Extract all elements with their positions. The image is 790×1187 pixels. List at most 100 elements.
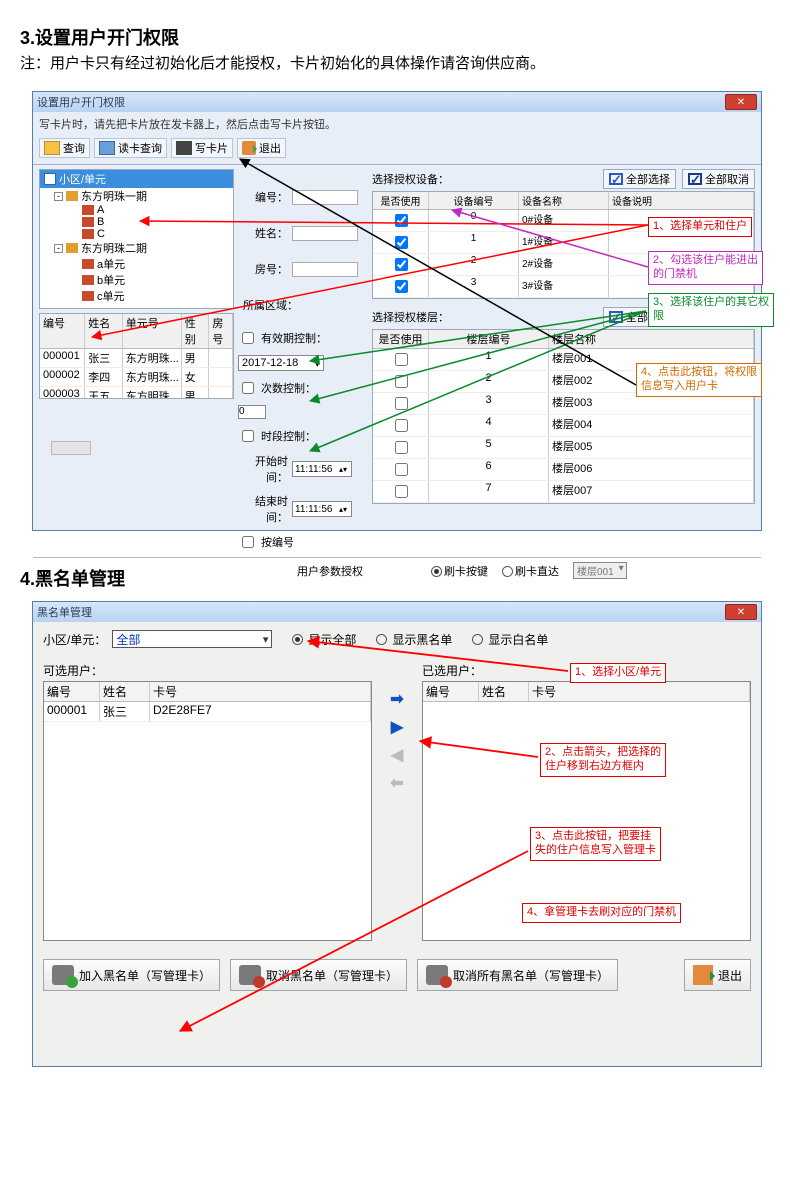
floor-checkbox[interactable] — [395, 463, 408, 476]
tree-leaf[interactable]: A — [97, 204, 104, 216]
scrollbar[interactable] — [51, 441, 91, 455]
radio-show-white[interactable]: 显示白名单 — [472, 631, 548, 648]
tree-node[interactable]: 东方明珠二期 — [81, 240, 147, 256]
tree-leaf[interactable]: b单元 — [97, 272, 125, 288]
table-row[interactable]: 000003王五东方明珠...男 — [40, 387, 233, 399]
picked-list[interactable]: 编号 姓名 卡号 — [422, 681, 751, 941]
close-icon[interactable]: ✕ — [725, 94, 757, 110]
tree-leaf[interactable]: B — [97, 216, 104, 228]
floor-checkbox[interactable] — [395, 375, 408, 388]
close-icon[interactable]: ✕ — [725, 604, 757, 620]
available-list[interactable]: 编号 姓名 卡号 000001张三D2E28FE7 — [43, 681, 372, 941]
user-icon — [44, 141, 60, 155]
tree-leaf[interactable]: c单元 — [97, 288, 125, 304]
unit-tree[interactable]: 小区/单元 - 东方明珠一期 A B C - 东方明珠二期 a单元 b单元 c单元 — [39, 169, 234, 309]
house-icon — [82, 275, 94, 285]
name-input[interactable] — [292, 226, 358, 241]
window2-title: 黑名单管理 — [37, 604, 92, 620]
floor-checkbox[interactable] — [395, 353, 408, 366]
col-devnote: 设备说明 — [609, 192, 754, 209]
table-row[interactable]: 5楼层005 — [373, 437, 754, 459]
start-time-input[interactable]: 11:11:56▴▾ — [292, 461, 352, 477]
room-input[interactable] — [292, 262, 358, 277]
radio-white-label: 显示白名单 — [488, 631, 548, 648]
card-icon — [99, 141, 115, 155]
person-add-icon — [52, 965, 74, 985]
add-blacklist-button[interactable]: 加入黑名单（写管理卡） — [43, 959, 220, 991]
list-item[interactable]: 000001张三D2E28FE7 — [44, 702, 371, 722]
remove-blacklist-button[interactable]: 取消黑名单（写管理卡） — [230, 959, 407, 991]
col-name2: 姓名 — [100, 682, 150, 701]
lbl-sel-floor: 选择授权楼层： — [372, 309, 449, 325]
date-value: 2017-12-18 — [242, 357, 298, 369]
device-checkbox[interactable] — [395, 236, 408, 249]
spinner-icon: ▴▾ — [339, 466, 349, 473]
count-checkbox[interactable] — [242, 382, 254, 394]
col-card: 卡号 — [150, 682, 371, 701]
tree-leaf[interactable]: C — [97, 228, 105, 240]
readcard-button[interactable]: 读卡查询 — [94, 138, 167, 158]
remove-blacklist-label: 取消黑名单（写管理卡） — [266, 967, 398, 984]
floor-table[interactable]: 是否使用 楼层编号 楼层名称 1楼层0012楼层0023楼层0034楼层0045… — [372, 329, 755, 504]
select-all-button[interactable]: 全部选择 — [603, 169, 676, 189]
writecard-button[interactable]: 写卡片 — [171, 138, 233, 158]
device-checkbox[interactable] — [395, 214, 408, 227]
floor-checkbox[interactable] — [395, 441, 408, 454]
date-picker[interactable]: 2017-12-18▾ — [238, 355, 324, 371]
deselect-all-label: 全部取消 — [705, 171, 749, 187]
readcard-label: 读卡查询 — [118, 140, 162, 156]
unit-combo[interactable]: 全部 — [112, 630, 272, 648]
id-input[interactable] — [292, 190, 358, 205]
exit-button2[interactable]: 退出 — [684, 959, 751, 991]
lbl-id: 编号： — [238, 189, 288, 205]
hint-text: 写卡片时，请先把卡片放在发卡器上，然后点击写卡片按钮。 — [33, 112, 761, 136]
floor-checkbox[interactable] — [395, 485, 408, 498]
exit-button[interactable]: 退出 — [237, 138, 286, 158]
user-table[interactable]: 编号 姓名 单元号 性别 房号 000001张三东方明珠...男000002李四… — [39, 313, 234, 399]
lbl-unit: 小区/单元： — [43, 631, 106, 648]
toolbar: 查询 读卡查询 写卡片 退出 — [33, 136, 761, 165]
remove-all-blacklist-button[interactable]: 取消所有黑名单（写管理卡） — [417, 959, 618, 991]
check-icon — [609, 173, 623, 185]
tree-node[interactable]: 东方明珠一期 — [81, 188, 147, 204]
radio-all-label: 显示全部 — [308, 631, 356, 648]
byid-checkbox[interactable] — [242, 536, 254, 548]
radio-swipe-direct[interactable]: 刷卡直达 — [502, 563, 559, 579]
collapse-icon[interactable]: - — [54, 244, 63, 253]
radio-show-all[interactable]: 显示全部 — [292, 631, 356, 648]
titlebar2: 黑名单管理 ✕ — [33, 602, 761, 622]
move-right-button[interactable]: ▶ — [386, 718, 408, 736]
move-left-all-button[interactable]: ⬅ — [386, 774, 408, 792]
table-row[interactable]: 6楼层006 — [373, 459, 754, 481]
floor-combo[interactable]: 楼层001 — [573, 562, 627, 579]
col-devname: 设备名称 — [519, 192, 609, 209]
query-label: 查询 — [63, 140, 85, 156]
timeslot-checkbox[interactable] — [242, 430, 254, 442]
tree-root: 小区/单元 — [59, 171, 106, 187]
radio-show-black[interactable]: 显示黑名单 — [376, 631, 452, 648]
end-time-input[interactable]: 11:11:56▴▾ — [292, 501, 352, 517]
table-row[interactable]: 000001张三东方明珠...男 — [40, 349, 233, 368]
move-left-button[interactable]: ◀ — [386, 746, 408, 764]
floor-checkbox[interactable] — [395, 397, 408, 410]
table-row[interactable]: 7楼层007 — [373, 481, 754, 503]
floor-checkbox[interactable] — [395, 419, 408, 432]
device-checkbox[interactable] — [395, 280, 408, 293]
deselect-all-button[interactable]: 全部取消 — [682, 169, 755, 189]
query-button[interactable]: 查询 — [39, 138, 90, 158]
period-checkbox[interactable] — [242, 332, 254, 344]
titlebar: 设置用户开门权限 ✕ — [33, 92, 761, 112]
count-input[interactable]: 0 — [238, 405, 266, 419]
end-time-value: 11:11:56 — [295, 504, 332, 515]
radio-swipe-key[interactable]: 刷卡按键 — [431, 563, 488, 579]
table-row[interactable]: 000002李四东方明珠...女 — [40, 368, 233, 387]
tree-leaf[interactable]: a单元 — [97, 256, 125, 272]
move-right-all-button[interactable]: ➡ — [386, 690, 408, 708]
col-name: 姓名 — [85, 314, 122, 348]
device-checkbox[interactable] — [395, 258, 408, 271]
col-devno: 设备编号 — [429, 192, 519, 209]
callout-3: 3、选择该住户的其它权 限 — [648, 293, 774, 327]
collapse-icon[interactable]: - — [54, 192, 63, 201]
table-row[interactable]: 4楼层004 — [373, 415, 754, 437]
lbl-period: 有效期控制： — [261, 330, 327, 346]
